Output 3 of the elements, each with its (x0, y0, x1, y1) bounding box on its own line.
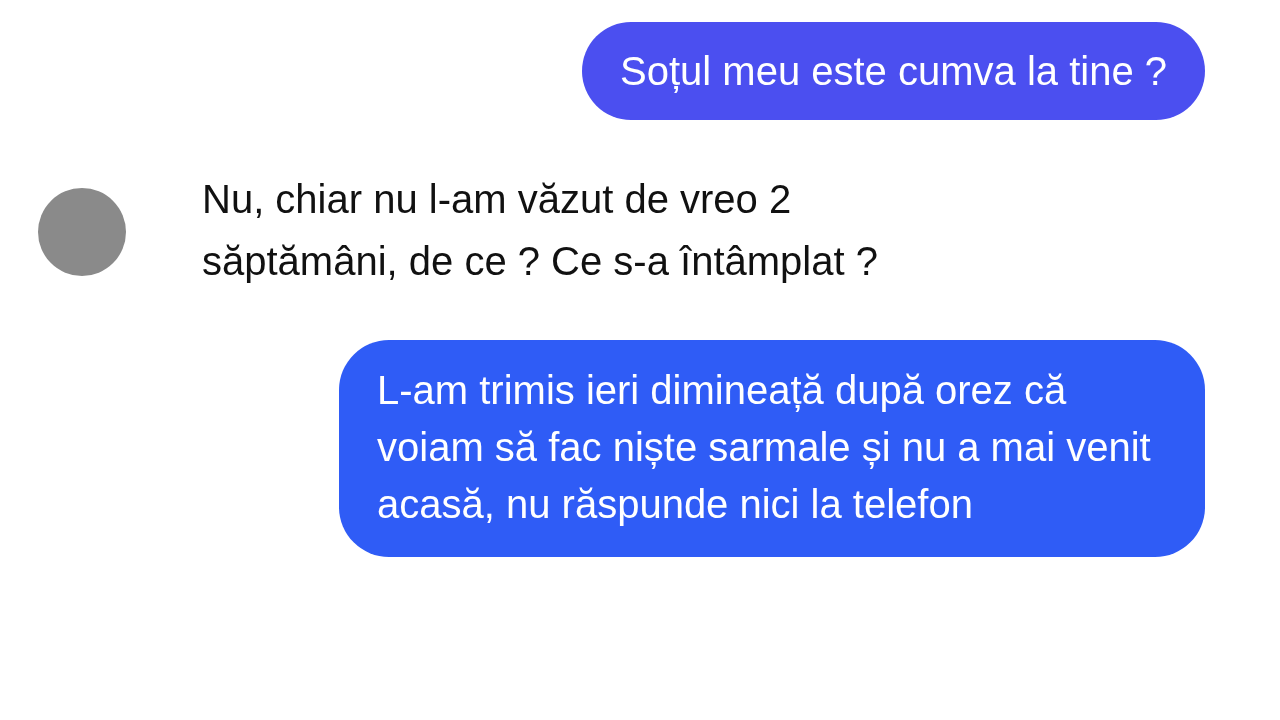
sent-message: Soțul meu este cumva la tine ? (582, 22, 1205, 120)
sent-message: L-am trimis ieri dimineață după orez că voiam să fac niște sarmale și nu a mai venit acasă, nu răspunde nici la telefon (339, 340, 1205, 557)
received-message: Nu, chiar nu l-am văzut de vreo 2 săptămâni, de ce ? Ce s-a întâmplat ? (202, 176, 879, 285)
